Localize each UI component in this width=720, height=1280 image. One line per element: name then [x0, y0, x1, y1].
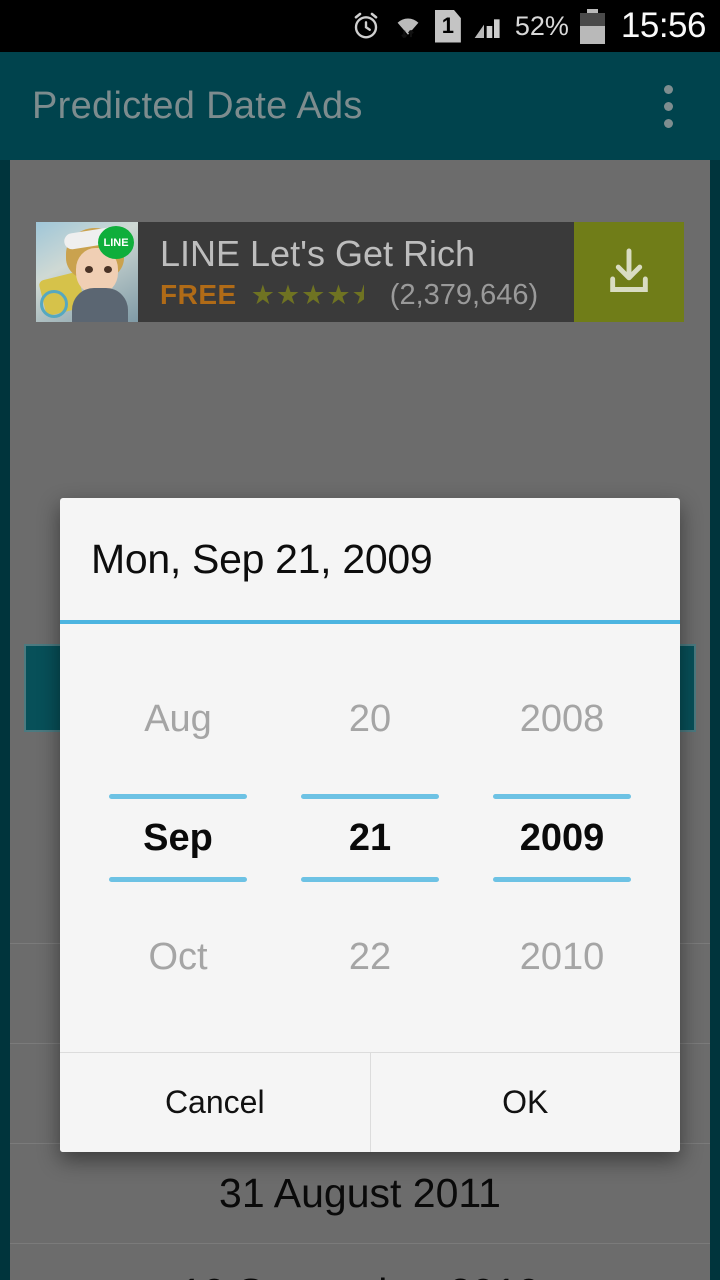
month-prev-value[interactable]: Aug — [144, 680, 212, 758]
month-next-value[interactable]: Oct — [148, 918, 207, 996]
spinner-divider-bottom — [109, 877, 247, 882]
day-prev-value[interactable]: 20 — [349, 680, 391, 758]
status-clock: 15:56 — [620, 6, 707, 45]
ad-title: LINE Let's Get Rich — [160, 232, 475, 274]
ad-download-button[interactable] — [574, 222, 684, 322]
year-prev-value[interactable]: 2008 — [520, 680, 605, 758]
month-current-value[interactable]: Sep — [143, 799, 213, 877]
month-spinner[interactable]: Aug Sep Oct — [98, 680, 258, 996]
action-bar: Predicted Date Ads — [0, 52, 720, 160]
list-item-label: 10 September 2010 — [180, 1270, 540, 1280]
dialog-header: Mon, Sep 21, 2009 — [60, 498, 680, 624]
year-current-value[interactable]: 2009 — [520, 799, 605, 877]
battery-icon — [579, 8, 605, 44]
day-spinner[interactable]: 20 21 22 — [290, 680, 450, 996]
page-title: Predicted Date Ads — [32, 84, 363, 127]
ad-text-block: LINE Let's Get Rich FREE ★★★★ ★★ (2,379,… — [138, 222, 574, 322]
alarm-icon — [351, 10, 381, 42]
ad-review-count: (2,379,646) — [389, 278, 539, 311]
wifi-icon — [392, 10, 424, 42]
ad-subline: FREE ★★★★ ★★ (2,379,646) — [160, 279, 574, 312]
download-icon — [610, 248, 648, 292]
date-picker-dialog: Mon, Sep 21, 2009 Aug Sep Oct 20 21 22 2… — [60, 498, 680, 1152]
ad-price: FREE — [160, 279, 237, 310]
signal-icon — [472, 10, 504, 42]
year-next-value[interactable]: 2010 — [520, 918, 605, 996]
day-current-value[interactable]: 21 — [349, 799, 391, 877]
spinner-divider-bottom — [301, 877, 439, 882]
list-item-label: 31 August 2011 — [219, 1170, 501, 1216]
ad-banner[interactable]: LINE LINE Let's Get Rich FREE ★★★★ ★★ (2… — [36, 222, 684, 322]
selected-date-label: Mon, Sep 21, 2009 — [91, 535, 433, 582]
phone-screen: 1 52% 15:56 Predicted Date Ads LINE LINE… — [0, 0, 720, 1280]
battery-percent: 52% — [514, 10, 569, 41]
dialog-body: Aug Sep Oct 20 21 22 2008 2009 2010 — [60, 624, 680, 1052]
line-badge-icon: LINE — [98, 226, 134, 259]
ok-button[interactable]: OK — [370, 1053, 680, 1152]
list-item[interactable]: 10 September 2010 — [10, 1244, 710, 1280]
cancel-button[interactable]: Cancel — [60, 1053, 371, 1152]
overflow-menu-icon[interactable] — [646, 76, 690, 136]
date-spinners: Aug Sep Oct 20 21 22 2008 2009 2010 — [82, 680, 658, 996]
app-window: Predicted Date Ads LINE LINE Let's Get R… — [0, 52, 720, 1280]
year-spinner[interactable]: 2008 2009 2010 — [482, 680, 642, 996]
status-bar: 1 52% 15:56 — [0, 0, 720, 52]
sim-number: 1 — [434, 9, 461, 43]
day-next-value[interactable]: 22 — [349, 918, 391, 996]
main-content-dimmed: LINE LINE Let's Get Rich FREE ★★★★ ★★ (2… — [10, 160, 710, 1280]
ad-rating-stars: ★★★★ ★★ — [250, 279, 376, 310]
list-item[interactable]: 31 August 2011 — [10, 1144, 710, 1244]
sim1-icon: 1 — [434, 9, 461, 43]
spinner-divider-bottom — [493, 877, 631, 882]
ad-app-icon: LINE — [36, 222, 138, 322]
dialog-footer: Cancel OK — [60, 1052, 680, 1152]
